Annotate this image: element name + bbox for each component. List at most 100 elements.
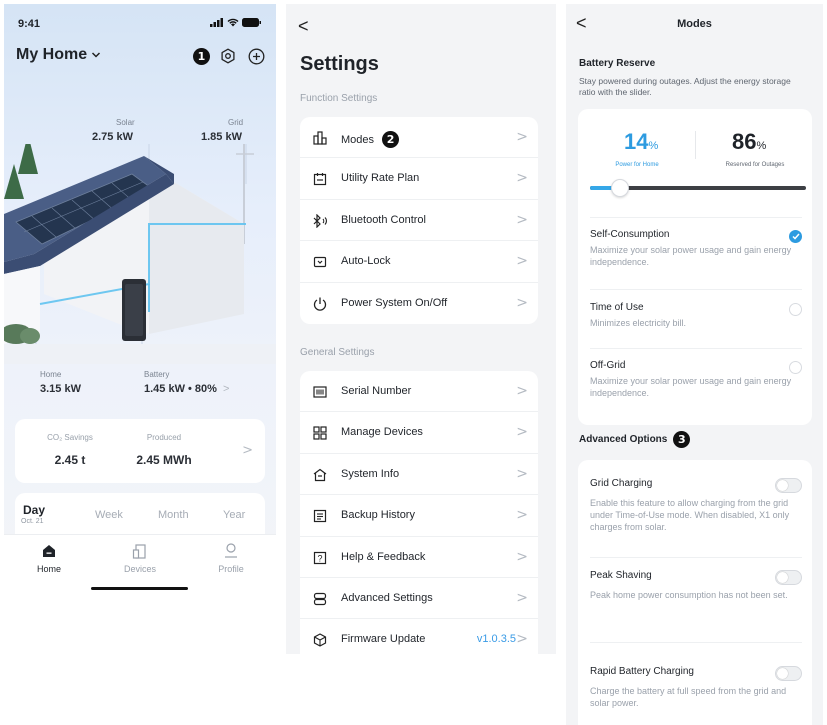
power-icon [313, 297, 327, 311]
battery-reserve-heading: Battery Reserve [579, 58, 656, 69]
divider [590, 557, 802, 558]
tab-devices-label: Devices [123, 564, 156, 574]
radio-unchecked-icon[interactable] [789, 303, 802, 316]
callout-badge-3: 3 [673, 431, 691, 448]
stats-card[interactable]: CO₂ Savings 2.45 t Produced 2.45 MWh > [15, 419, 265, 483]
co2-label: CO₂ Savings [47, 433, 93, 442]
tab-day[interactable]: Day [23, 503, 45, 517]
settings-item-firmware-update[interactable]: Firmware Update v1.0.3.5 > [300, 619, 538, 654]
chevron-right-icon: > [516, 253, 528, 270]
rapid-charging-toggle[interactable] [775, 666, 802, 681]
settings-item-power-system[interactable]: Power System On/Off > [300, 283, 538, 324]
mode-title: Time of Use [590, 302, 644, 313]
general-settings-header: General Settings [300, 347, 375, 358]
cube-icon [313, 633, 327, 648]
function-settings-group: Modes 2 > Utility Rate Plan > Bluetooth C… [300, 117, 538, 324]
tab-year[interactable]: Year [223, 509, 245, 521]
home-title: My Home [16, 46, 88, 63]
firmware-version: v1.0.3.5 [476, 633, 516, 646]
tab-home-label: Home [36, 564, 61, 574]
callout-badge-1: 1 [193, 47, 210, 65]
settings-item-utility-rate-plan[interactable]: Utility Rate Plan > [300, 158, 538, 200]
home-flow-label: Home [40, 370, 62, 379]
home-header: My Home 1 [16, 46, 266, 70]
status-bar: 9:41 [18, 18, 262, 34]
settings-item-help-feedback[interactable]: ? Help & Feedback > [300, 537, 538, 578]
battery-label: Battery [144, 370, 170, 379]
settings-item-label: Utility Rate Plan [341, 172, 420, 185]
back-button[interactable]: < [298, 16, 309, 37]
settings-icon[interactable] [218, 46, 238, 66]
settings-item-label: Help & Feedback [341, 550, 426, 563]
modes-screen: < Modes Battery Reserve Stay powered dur… [566, 4, 823, 725]
reserved-percent-label: Reserved for Outages [725, 162, 785, 168]
mode-description: Maximize your solar power usage and gain… [590, 245, 792, 267]
settings-item-label: Backup History [341, 509, 415, 522]
calendar-icon [313, 173, 327, 186]
battery-chevron-icon[interactable]: > [223, 383, 229, 395]
settings-item-label: Firmware Update [341, 633, 426, 646]
status-time: 9:41 [18, 18, 41, 30]
period-date: Oct. 21 [21, 518, 44, 525]
grid-value: 1.85 kW [201, 131, 242, 143]
help-icon: ? [313, 551, 327, 564]
home-screen: 9:41 My Home 1 Solar 2.75 kW Grid 1.85 k… [4, 4, 276, 598]
bluetooth-icon [313, 213, 327, 228]
settings-item-advanced-settings[interactable]: Advanced Settings > [300, 578, 538, 620]
settings-item-manage-devices[interactable]: Manage Devices > [300, 412, 538, 454]
stats-chevron-icon: > [242, 443, 253, 458]
tab-week[interactable]: Week [95, 509, 123, 521]
add-icon[interactable] [246, 46, 266, 66]
chevron-right-icon: > [516, 465, 528, 482]
modes-card: 14% Power for Home 86% Reserved for Outa… [578, 109, 812, 425]
mode-option-time-of-use[interactable]: Time of Use Minimizes electricity bill. [590, 302, 802, 329]
chevron-right-icon: > [516, 424, 528, 441]
advanced-option-description: Charge the battery at full speed from th… [590, 686, 787, 708]
settings-item-bluetooth-control[interactable]: Bluetooth Control > [300, 200, 538, 242]
peak-shaving-toggle[interactable] [775, 570, 802, 585]
home-icon [43, 545, 55, 557]
settings-item-backup-history[interactable]: Backup History > [300, 495, 538, 537]
general-settings-group: Serial Number > Manage Devices > System … [300, 371, 538, 654]
chevron-right-icon: > [516, 589, 528, 606]
page-title: Modes [677, 18, 712, 30]
advanced-option-description: Enable this feature to allow charging fr… [590, 498, 790, 532]
radio-checked-icon[interactable] [789, 230, 802, 243]
settings-item-serial-number[interactable]: Serial Number > [300, 371, 538, 413]
mode-option-off-grid[interactable]: Off-Grid Maximize your solar power usage… [590, 360, 802, 399]
divider [590, 289, 802, 290]
reserve-slider[interactable] [590, 179, 806, 197]
mode-description: Minimizes electricity bill. [590, 318, 687, 328]
divider [590, 217, 802, 218]
solar-value: 2.75 kW [92, 131, 133, 143]
callout-badge-2: 2 [382, 131, 400, 148]
mode-description: Maximize your solar power usage and gain… [590, 376, 792, 398]
tab-profile[interactable]: Profile [201, 542, 261, 574]
tab-home[interactable]: Home [19, 542, 79, 574]
settings-item-modes[interactable]: Modes 2 > [300, 117, 538, 159]
advanced-option-title: Rapid Battery Charging [590, 666, 694, 677]
slider-thumb[interactable] [611, 179, 630, 197]
signal-icon [210, 18, 223, 27]
period-selector: Day Oct. 21 Week Month Year [15, 493, 265, 538]
grid-charging-toggle[interactable] [775, 478, 802, 493]
settings-item-auto-lock[interactable]: Auto-Lock > [300, 241, 538, 283]
grid-icon [313, 426, 327, 440]
grid-label: Grid [228, 118, 244, 127]
produced-value: 2.45 MWh [136, 453, 192, 467]
settings-item-system-info[interactable]: System Info > [300, 454, 538, 496]
mode-option-self-consumption[interactable]: Self-Consumption Maximize your solar pow… [590, 229, 802, 268]
settings-item-label: Auto-Lock [341, 255, 391, 268]
server-icon [313, 592, 327, 606]
home-selector[interactable]: My Home [16, 46, 101, 64]
advanced-option-title: Peak Shaving [590, 570, 652, 581]
chevron-right-icon: > [516, 129, 528, 145]
tab-devices[interactable]: Devices [110, 542, 170, 574]
advanced-option-title: Grid Charging [590, 478, 653, 489]
settings-item-label: Modes [341, 133, 375, 146]
wifi-icon [227, 18, 239, 27]
co2-value: 2.45 t [54, 453, 86, 467]
radio-unchecked-icon[interactable] [789, 361, 802, 374]
tab-month[interactable]: Month [158, 509, 189, 521]
profile-icon [225, 543, 237, 558]
